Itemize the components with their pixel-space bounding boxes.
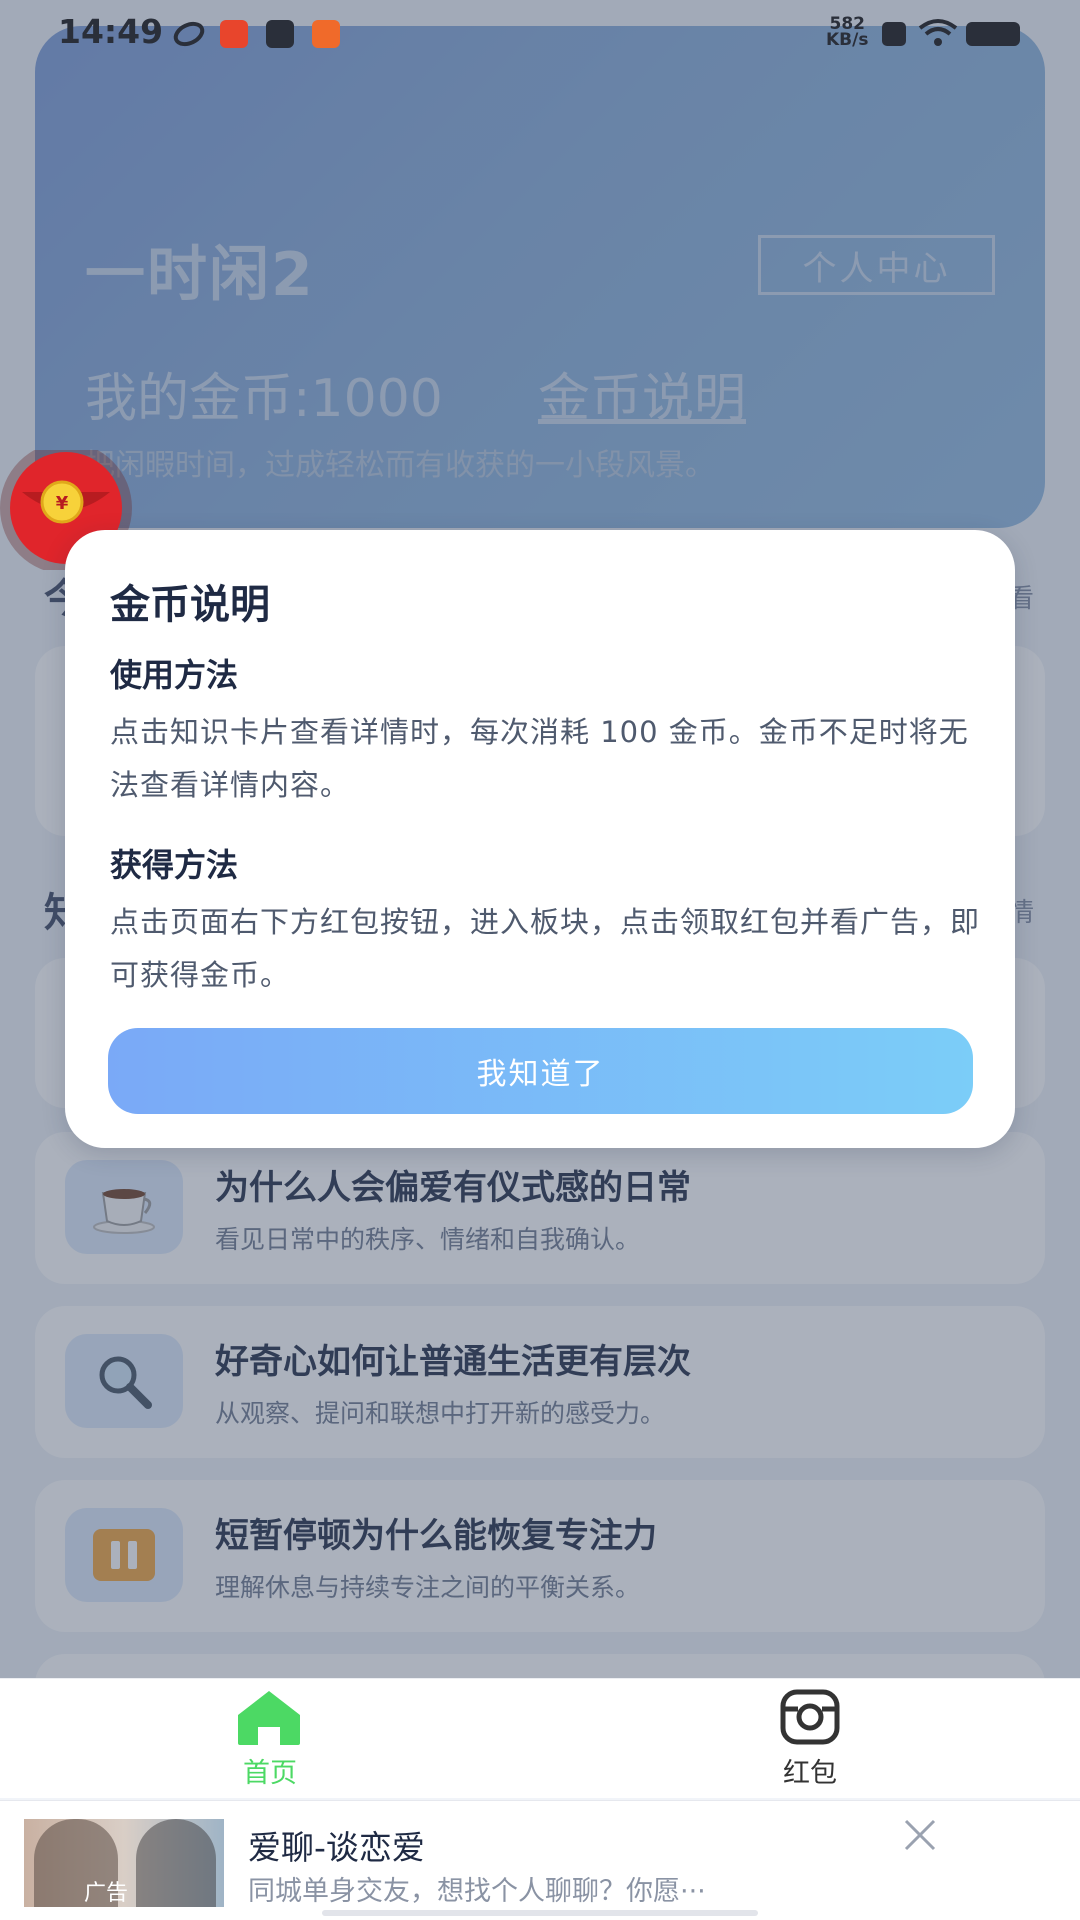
home-indicator — [322, 1910, 758, 1916]
tab-red-packet[interactable]: 红包 — [710, 1679, 910, 1799]
wifi-icon — [918, 19, 958, 46]
tab-home-label: 首页 — [243, 1758, 297, 1789]
battery-icon — [966, 22, 1020, 46]
earn-method-heading: 获得方法 — [110, 846, 239, 884]
use-method-heading: 使用方法 — [110, 656, 239, 694]
svg-text:¥: ¥ — [56, 493, 69, 514]
tab-red-packet-label: 红包 — [783, 1758, 837, 1789]
cloud-sync-icon — [173, 21, 205, 47]
sim-icon — [882, 22, 906, 46]
earn-method-text: 点击页面右下方红包按钮，进入板块，点击领取红包并看广告，即可获得金币。 — [110, 905, 981, 992]
network-speed: 582 KB/s — [826, 16, 869, 50]
network-speed-unit: KB/s — [826, 30, 869, 50]
ad-image[interactable]: 广告 — [24, 1819, 224, 1907]
ad-tag: 广告 — [84, 1881, 129, 1906]
use-method-text: 点击知识卡片查看详情时，每次消耗 100 金币。金币不足时将无法查看详情内容。 — [110, 715, 969, 802]
mail-icon — [266, 20, 294, 48]
ad-description[interactable]: 同城单身交友，想找个人聊聊？你愿··· — [248, 1869, 706, 1908]
close-icon[interactable] — [900, 1815, 940, 1855]
bottom-tab-bar: 首页 红包 — [0, 1678, 1080, 1798]
camera-icon — [780, 1689, 840, 1745]
got-it-button[interactable]: 我知道了 — [108, 1028, 973, 1114]
ad-banner[interactable]: 广告 爱聊-谈恋爱 同城单身交友，想找个人聊聊？你愿··· — [0, 1800, 1080, 1920]
status-bar: 14:49 582 KB/s — [0, 0, 1080, 64]
ad-portrait-right — [136, 1819, 216, 1907]
shopping-app-icon — [220, 20, 248, 48]
tab-home[interactable]: 首页 — [170, 1679, 370, 1799]
coin-info-dialog: 金币说明 使用方法 点击知识卡片查看详情时，每次消耗 100 金币。金币不足时将… — [65, 530, 1015, 1148]
notification-app-icon — [312, 20, 340, 48]
home-icon — [238, 1691, 300, 1745]
ad-title[interactable]: 爱聊-谈恋爱 — [248, 1821, 425, 1869]
dialog-title: 金币说明 — [110, 582, 270, 628]
status-time: 14:49 — [58, 12, 164, 51]
